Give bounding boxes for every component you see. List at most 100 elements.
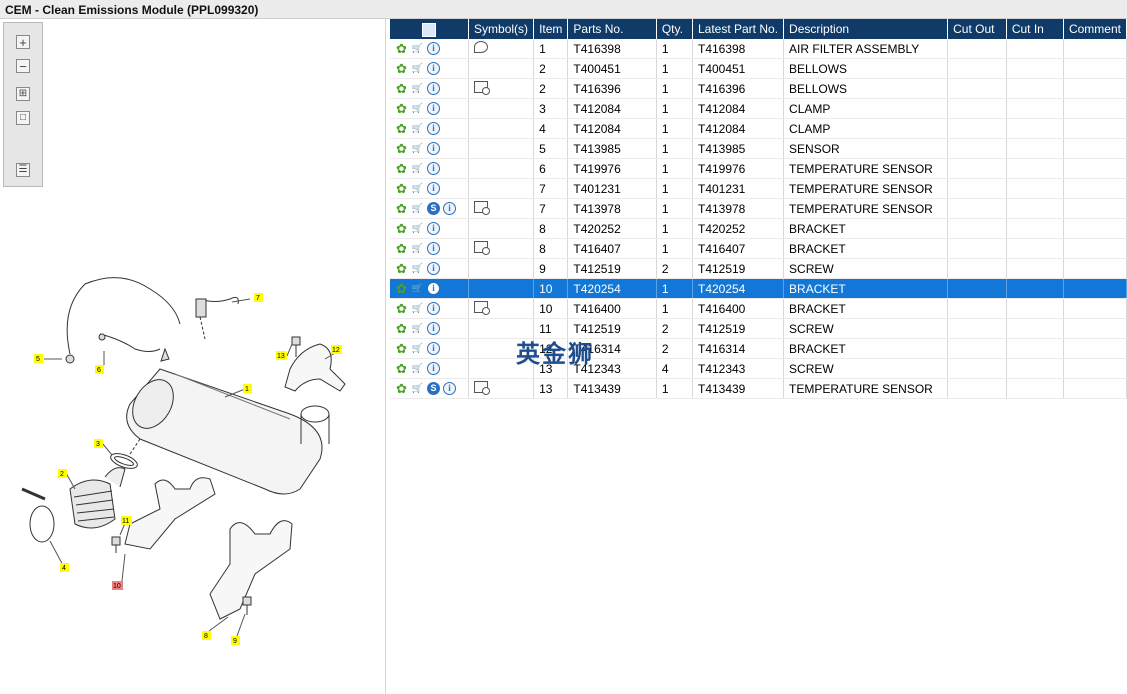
table-row[interactable]: ✿ 🛒 i 2 T416396 1 T416396 BELLOWS	[390, 78, 1127, 99]
info-icon[interactable]: i	[427, 322, 440, 335]
gear-icon[interactable]: ✿	[395, 222, 408, 235]
view-illustration-icon[interactable]	[474, 381, 491, 395]
callout-9[interactable]: 9	[231, 636, 240, 645]
info-icon[interactable]: i	[427, 42, 440, 55]
table-row[interactable]: ✿ 🛒 Si 7 T413978 1 T413978 TEMPERATURE SENSOR	[390, 198, 1127, 219]
callout-13[interactable]: 13	[276, 351, 287, 360]
gear-icon[interactable]: ✿	[395, 202, 408, 215]
view-illustration-icon[interactable]	[474, 301, 491, 315]
view-illustration-icon[interactable]	[474, 81, 491, 95]
table-row[interactable]: ✿ 🛒 i 10 T416400 1 T416400 BRACKET	[390, 298, 1127, 319]
header-cut-out[interactable]: Cut Out	[947, 19, 1007, 39]
supersession-icon[interactable]: S	[427, 202, 440, 215]
table-row[interactable]: ✿ 🛒 i 4 T412084 1 T412084 CLAMP	[390, 118, 1127, 139]
info-icon[interactable]: i	[443, 202, 456, 215]
cart-icon[interactable]: 🛒	[411, 62, 424, 75]
header-qty[interactable]: Qty.	[656, 19, 693, 39]
gear-icon[interactable]: ✿	[395, 182, 408, 195]
table-row[interactable]: ✿ 🛒 i 3 T412084 1 T412084 CLAMP	[390, 98, 1127, 119]
cart-icon[interactable]: 🛒	[411, 222, 424, 235]
info-icon[interactable]: i	[427, 262, 440, 275]
callout-7[interactable]: 7	[254, 293, 263, 302]
table-row[interactable]: ✿ 🛒 i 6 T419976 1 T419976 TEMPERATURE SENSOR	[390, 158, 1127, 179]
callout-2[interactable]: 2	[58, 469, 67, 478]
gear-icon[interactable]: ✿	[395, 42, 408, 55]
info-icon[interactable]: i	[427, 162, 440, 175]
info-icon[interactable]: i	[427, 62, 440, 75]
table-row[interactable]: ✿ 🛒 i 10 T420254 1 T420254 BRACKET	[390, 278, 1127, 299]
cart-icon[interactable]: 🛒	[411, 102, 424, 115]
callout-6[interactable]: 6	[95, 365, 104, 374]
cart-icon[interactable]: 🛒	[411, 322, 424, 335]
cart-icon[interactable]: 🛒	[411, 342, 424, 355]
cart-icon[interactable]: 🛒	[411, 242, 424, 255]
cart-icon[interactable]: 🛒	[411, 382, 424, 395]
table-row[interactable]: ✿ 🛒 i 5 T413985 1 T413985 SENSOR	[390, 138, 1127, 159]
cart-icon[interactable]: 🛒	[411, 142, 424, 155]
exploded-diagram[interactable]: 1 2 3 4 5 6 7 8 9 10 11 12 13	[0, 19, 386, 694]
table-row[interactable]: ✿ 🛒 i 1 T416398 1 T416398 AIR FILTER ASSEMBLY	[390, 39, 1127, 59]
diagram-pane[interactable]: + − ⊞ □ ☰ 1 2 3 4 5 6 7 8 9 10 11 12 13	[0, 19, 386, 694]
info-icon[interactable]: i	[427, 102, 440, 115]
cart-icon[interactable]: 🛒	[411, 202, 424, 215]
gear-icon[interactable]: ✿	[395, 102, 408, 115]
view-illustration-icon[interactable]	[474, 201, 491, 215]
table-row[interactable]: ✿ 🛒 Si 13 T413439 1 T413439 TEMPERATURE SENSOR	[390, 378, 1127, 399]
gear-icon[interactable]: ✿	[395, 82, 408, 95]
note-icon[interactable]	[474, 41, 489, 53]
gear-icon[interactable]: ✿	[395, 282, 408, 295]
cart-icon[interactable]: 🛒	[411, 182, 424, 195]
gear-icon[interactable]: ✿	[395, 302, 408, 315]
table-row[interactable]: ✿ 🛒 i 7 T401231 1 T401231 TEMPERATURE SENSOR	[390, 178, 1127, 199]
info-icon[interactable]: i	[427, 142, 440, 155]
info-icon[interactable]: i	[427, 222, 440, 235]
info-icon[interactable]: i	[427, 302, 440, 315]
header-cut-in[interactable]: Cut In	[1006, 19, 1064, 39]
table-row[interactable]: ✿ 🛒 i 2 T400451 1 T400451 BELLOWS	[390, 58, 1127, 79]
cart-icon[interactable]: 🛒	[411, 42, 424, 55]
table-row[interactable]: ✿ 🛒 i 13 T412343 4 T412343 SCREW	[390, 358, 1127, 379]
header-symbols[interactable]: Symbol(s)	[468, 19, 535, 39]
gear-icon[interactable]: ✿	[395, 382, 408, 395]
gear-icon[interactable]: ✿	[395, 262, 408, 275]
header-item[interactable]: Item	[533, 19, 569, 39]
cart-icon[interactable]: 🛒	[411, 282, 424, 295]
table-row[interactable]: ✿ 🛒 i 11 T412519 2 T412519 SCREW	[390, 318, 1127, 339]
gear-icon[interactable]: ✿	[395, 322, 408, 335]
gear-icon[interactable]: ✿	[395, 122, 408, 135]
header-description[interactable]: Description	[783, 19, 949, 39]
header-latest-part-no[interactable]: Latest Part No.	[692, 19, 785, 39]
info-icon[interactable]: i	[443, 382, 456, 395]
header-search[interactable]	[390, 19, 470, 39]
header-part-no[interactable]: Parts No.	[567, 19, 657, 39]
info-icon[interactable]: i	[427, 362, 440, 375]
supersession-icon[interactable]: S	[427, 382, 440, 395]
table-row[interactable]: ✿ 🛒 i 8 T416407 1 T416407 BRACKET	[390, 238, 1127, 259]
gear-icon[interactable]: ✿	[395, 162, 408, 175]
table-row[interactable]: ✿ 🛒 i 9 T412519 2 T412519 SCREW	[390, 258, 1127, 279]
info-icon[interactable]: i	[427, 342, 440, 355]
cart-icon[interactable]: 🛒	[411, 362, 424, 375]
callout-8[interactable]: 8	[202, 631, 211, 640]
callout-3[interactable]: 3	[94, 439, 103, 448]
gear-icon[interactable]: ✿	[395, 142, 408, 155]
info-icon[interactable]: i	[427, 82, 440, 95]
info-icon[interactable]: i	[427, 282, 440, 295]
cart-icon[interactable]: 🛒	[411, 162, 424, 175]
table-row[interactable]: ✿ 🛒 i 12 T416314 2 T416314 BRACKET	[390, 338, 1127, 359]
callout-10[interactable]: 10	[112, 581, 123, 590]
callout-12[interactable]: 12	[331, 345, 342, 354]
callout-1[interactable]: 1	[243, 384, 252, 393]
cart-icon[interactable]: 🛒	[411, 122, 424, 135]
view-illustration-icon[interactable]	[474, 241, 491, 255]
header-comment[interactable]: Comment	[1063, 19, 1127, 39]
gear-icon[interactable]: ✿	[395, 342, 408, 355]
callout-5[interactable]: 5	[34, 354, 43, 363]
cart-icon[interactable]: 🛒	[411, 262, 424, 275]
cart-icon[interactable]: 🛒	[411, 302, 424, 315]
info-icon[interactable]: i	[427, 182, 440, 195]
callout-11[interactable]: 11	[121, 516, 132, 525]
gear-icon[interactable]: ✿	[395, 362, 408, 375]
info-icon[interactable]: i	[427, 122, 440, 135]
info-icon[interactable]: i	[427, 242, 440, 255]
